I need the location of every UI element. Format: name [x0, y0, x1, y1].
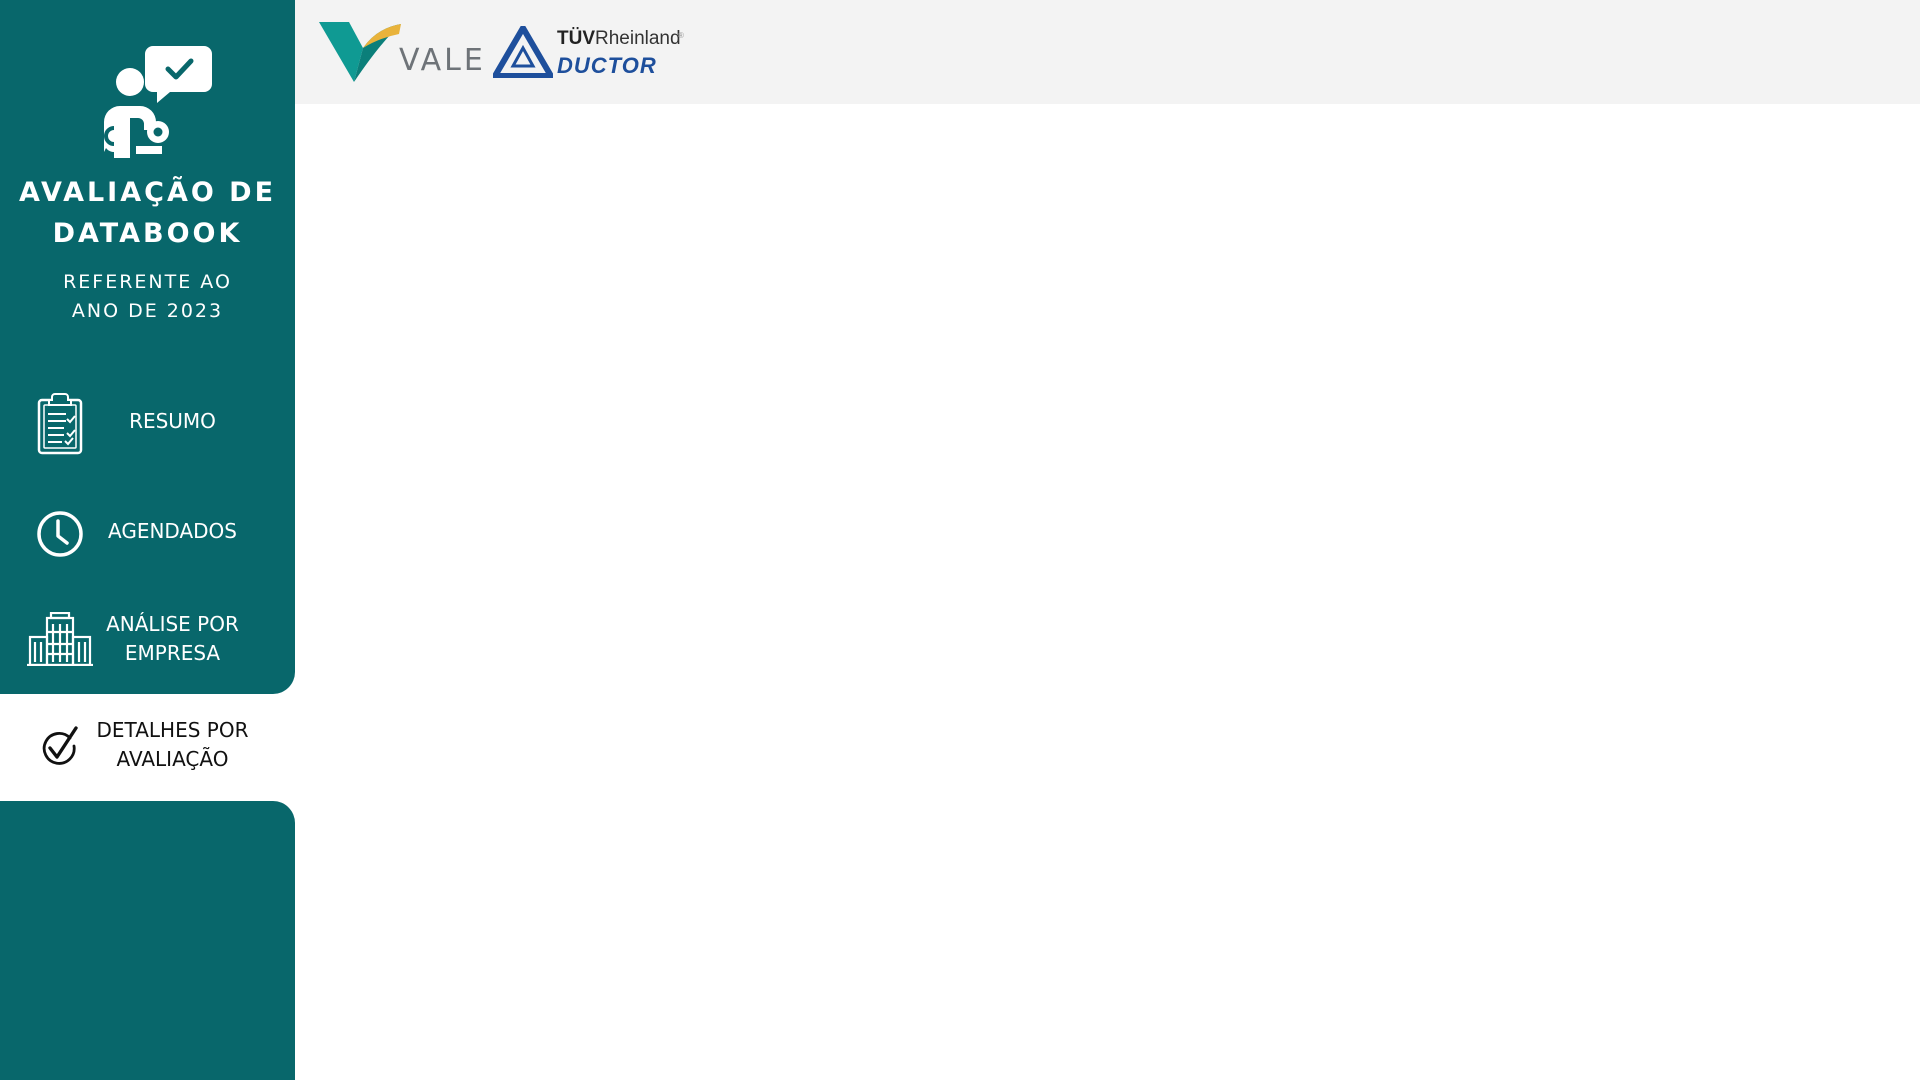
- nav-item-detalhes-por-avaliacao[interactable]: DETALHES POR AVALIAÇÃO: [0, 708, 295, 794]
- buildings-icon: [27, 612, 93, 666]
- nav-label-line1: RESUMO: [129, 409, 216, 433]
- vale-logo-text: VALE: [399, 43, 486, 78]
- sidebar-bottom-panel: [0, 801, 295, 1080]
- app-title: AVALIAÇÃO DE DATABOOK: [0, 172, 295, 254]
- nav-label: RESUMO: [95, 407, 250, 436]
- nav-label-line2: EMPRESA: [124, 641, 221, 665]
- tuv-triangle-logo-icon: [493, 26, 553, 78]
- main-content-area: [295, 104, 1920, 1080]
- app-subtitle-line1: REFERENTE AO: [63, 271, 232, 293]
- nav-label-line1: ANÁLISE POR: [106, 612, 239, 636]
- nav-label-line1: AGENDADOS: [108, 519, 237, 543]
- check-circle-icon: [42, 726, 78, 765]
- nav-label-line1: DETALHES POR: [96, 718, 249, 742]
- ductor-logo-text: DUCTOR: [557, 53, 657, 78]
- nav-label-line2: AVALIAÇÃO: [116, 747, 229, 771]
- header-bar: VALE TÜVRheinland ® DUCTOR: [295, 0, 1920, 104]
- app-subtitle: REFERENTE AO ANO DE 2023: [0, 268, 295, 326]
- person-chat-check-icon: [104, 46, 212, 158]
- clipboard-checklist-icon: [37, 393, 83, 455]
- nav-item-analise-por-empresa[interactable]: ANÁLISE POR EMPRESA: [0, 602, 295, 682]
- clock-icon: [37, 511, 83, 557]
- app-title-line1: AVALIAÇÃO DE: [18, 177, 277, 208]
- nav-item-agendados[interactable]: AGENDADOS: [0, 500, 295, 580]
- tuv-logo-text: TÜVRheinland: [557, 28, 681, 50]
- app-subtitle-line2: ANO DE 2023: [71, 300, 224, 322]
- tuv-name-text: Rheinland: [595, 28, 681, 49]
- sidebar: AVALIAÇÃO DE DATABOOK REFERENTE AO ANO D…: [0, 0, 295, 1080]
- app-title-line2: DATABOOK: [52, 218, 243, 249]
- tuv-registered-mark: ®: [678, 31, 684, 40]
- nav-label: AGENDADOS: [95, 517, 250, 546]
- vale-logo-icon: [319, 22, 401, 82]
- nav-label: DETALHES POR AVALIAÇÃO: [95, 716, 250, 774]
- tuv-brand-text: TÜV: [557, 28, 595, 49]
- nav-label: ANÁLISE POR EMPRESA: [95, 610, 250, 668]
- nav-item-resumo[interactable]: RESUMO: [0, 380, 295, 480]
